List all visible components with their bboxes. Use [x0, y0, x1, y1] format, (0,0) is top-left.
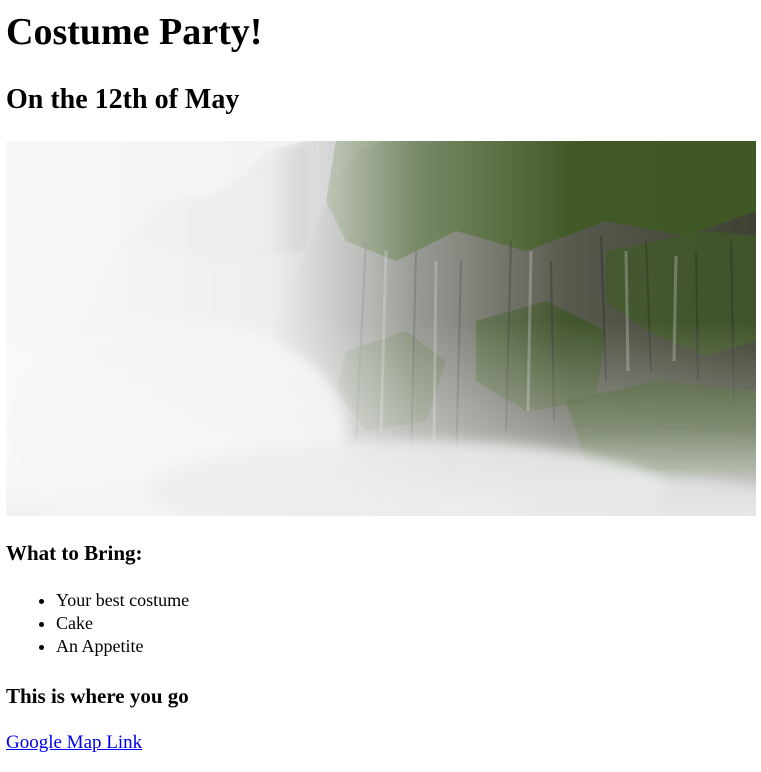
list-item: Your best costume	[56, 589, 189, 612]
hero-image	[6, 141, 756, 516]
bring-list: Your best costume Cake An Appetite	[6, 589, 189, 658]
list-item: An Appetite	[56, 635, 189, 658]
what-to-bring-heading: What to Bring:	[6, 541, 143, 565]
location-heading: This is where you go	[6, 684, 189, 708]
page-title: Costume Party!	[6, 11, 263, 53]
list-item: Cake	[56, 612, 189, 635]
page-subtitle: On the 12th of May	[6, 84, 240, 115]
google-map-link[interactable]: Google Map Link	[6, 731, 142, 755]
